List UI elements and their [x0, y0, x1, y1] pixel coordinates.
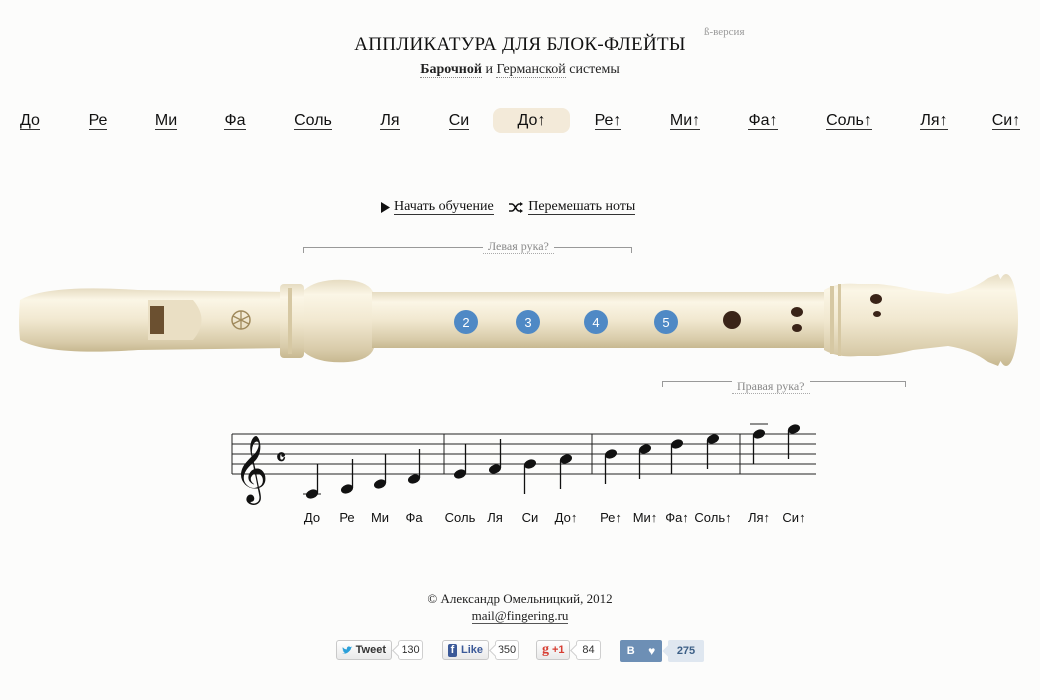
like-count: 350	[495, 640, 519, 660]
note-tab-label: Ми↑	[669, 112, 701, 130]
facebook-like-button[interactable]: f Like	[442, 640, 489, 660]
start-learning-label: Начать обучение	[394, 199, 494, 215]
staff-label: Ля	[487, 510, 503, 525]
note-tab-label: Фа↑	[748, 112, 778, 130]
tweet-count: 130	[398, 640, 423, 660]
hole-2[interactable]: 2	[454, 310, 478, 334]
plus-label: +1	[552, 644, 565, 656]
notes-nav: До Ре Ми Фа Соль Ля Си До↑ Ре↑ Ми↑ Фа↑ С…	[0, 108, 1040, 134]
shuffle-notes-button[interactable]: Перемешать ноты	[509, 199, 636, 215]
hole-number: 4	[592, 315, 599, 330]
note-tab-la[interactable]: Ля	[373, 108, 407, 133]
left-hand-bracket	[303, 247, 632, 253]
facebook-icon: f	[448, 643, 457, 657]
note-tab-label: Соль↑	[826, 112, 872, 130]
heart-icon: ♥	[648, 644, 656, 658]
staff-label: Си	[521, 510, 539, 525]
note-tab-do[interactable]: До	[14, 108, 46, 133]
staff-label: До↑	[554, 510, 578, 525]
note-tab-fa-high[interactable]: Фа↑	[742, 108, 784, 133]
common-time-icon: 𝄴	[276, 445, 286, 471]
staff-label: Ре	[339, 510, 355, 525]
staff-label: До	[303, 510, 321, 525]
staff-label: Соль	[444, 510, 476, 525]
note-tab-sol[interactable]: Соль	[290, 108, 336, 133]
note-tab-label: До	[20, 112, 40, 130]
beta-badge: ß-версия	[704, 26, 745, 38]
social-buttons: Tweet 130 f Like 350 g +1 84 В ♥ 275	[0, 640, 1040, 662]
hole-3[interactable]: 3	[516, 310, 540, 334]
staff-label: Фа↑	[665, 510, 689, 525]
hole-4[interactable]: 4	[584, 310, 608, 334]
note-tab-mi[interactable]: Ми	[150, 108, 182, 133]
left-hand-marker: Левая рука?	[303, 240, 632, 254]
note-tab-label: Си↑	[991, 112, 1021, 130]
hole-number: 3	[524, 315, 531, 330]
hole-5[interactable]: 5	[654, 310, 678, 334]
subtitle-and: и	[485, 62, 493, 77]
google-icon: g	[542, 642, 549, 657]
treble-clef-icon: 𝄞	[234, 434, 268, 505]
contact-email: mail@fingering.ru	[0, 608, 1040, 624]
tweet-label: Tweet	[355, 644, 386, 656]
email-link[interactable]: mail@fingering.ru	[471, 608, 569, 624]
vk-button[interactable]: В ♥	[620, 640, 662, 662]
hole-number: 5	[662, 315, 669, 330]
note-tab-do-high[interactable]: До↑	[493, 108, 570, 133]
page-title: АППЛИКАТУРА ДЛЯ БЛОК-ФЛЕЙТЫ	[354, 34, 686, 55]
shuffle-icon	[509, 201, 524, 213]
german-system-link[interactable]: Германской	[496, 62, 566, 78]
like-label: Like	[460, 644, 483, 656]
note-tab-sol-high[interactable]: Соль↑	[820, 108, 878, 133]
note-tab-si[interactable]: Си	[442, 108, 476, 133]
tweet-button[interactable]: Tweet	[336, 640, 392, 660]
note-tab-label: Си	[448, 112, 470, 130]
music-staff: 𝄞 𝄴	[228, 420, 818, 510]
right-hand-marker: Правая рука?	[662, 380, 906, 394]
note-tab-re-high[interactable]: Ре↑	[588, 108, 628, 133]
note-tab-label: Ля	[380, 112, 400, 130]
note-tab-label: Ре	[88, 112, 108, 130]
staff-label: Си↑	[782, 510, 806, 525]
note-tab-si-high[interactable]: Си↑	[985, 108, 1027, 133]
note-tab-label: Фа	[224, 112, 246, 130]
recorder-illustration: 2 3 4 5	[18, 268, 1023, 372]
staff-label: Ре↑	[600, 510, 622, 525]
note-tab-label: Ми	[154, 112, 178, 130]
note-tab-re[interactable]: Ре	[82, 108, 114, 133]
staff-label: Фа	[405, 510, 423, 525]
twitter-bird-icon	[342, 645, 353, 654]
plus-count: 84	[576, 640, 601, 660]
vk-count: 275	[668, 640, 704, 662]
staff-note-labels: До Ре Ми Фа Соль Ля Си До↑ Ре↑ Ми↑ Фа↑ С…	[0, 510, 1040, 526]
left-hand-link[interactable]: Левая рука?	[483, 240, 554, 254]
right-hand-link[interactable]: Правая рука?	[732, 380, 810, 394]
note-tab-label: Ре↑	[594, 112, 622, 130]
note-tab-fa[interactable]: Фа	[218, 108, 252, 133]
shuffle-notes-label: Перемешать ноты	[528, 199, 636, 215]
play-icon	[381, 201, 390, 213]
subtitle-system-word: системы	[569, 62, 620, 77]
hole-number: 2	[462, 315, 469, 330]
action-bar: Начать обучение Перемешать ноты	[380, 199, 647, 218]
system-subtitle: Барочной и Германской системы	[0, 62, 1040, 78]
vk-label: В	[626, 645, 635, 657]
note-tab-label: Соль	[294, 112, 332, 130]
staff-label: Ля↑	[747, 510, 771, 525]
staff-label: Ми	[370, 510, 390, 525]
note-tab-mi-high[interactable]: Ми↑	[664, 108, 706, 133]
note-tab-label: До↑	[517, 112, 546, 129]
note-tab-la-high[interactable]: Ля↑	[914, 108, 954, 133]
google-plus-button[interactable]: g +1	[536, 640, 570, 660]
staff-label: Соль↑	[694, 510, 732, 525]
staff-label: Ми↑	[632, 510, 658, 525]
start-learning-button[interactable]: Начать обучение	[380, 199, 494, 215]
vk-like-widget[interactable]: В ♥ 275	[620, 640, 704, 662]
note-tab-label: Ля↑	[920, 112, 948, 130]
baroque-system-link[interactable]: Барочной	[420, 62, 482, 78]
copyright: © Александр Омельницкий, 2012	[427, 591, 613, 606]
